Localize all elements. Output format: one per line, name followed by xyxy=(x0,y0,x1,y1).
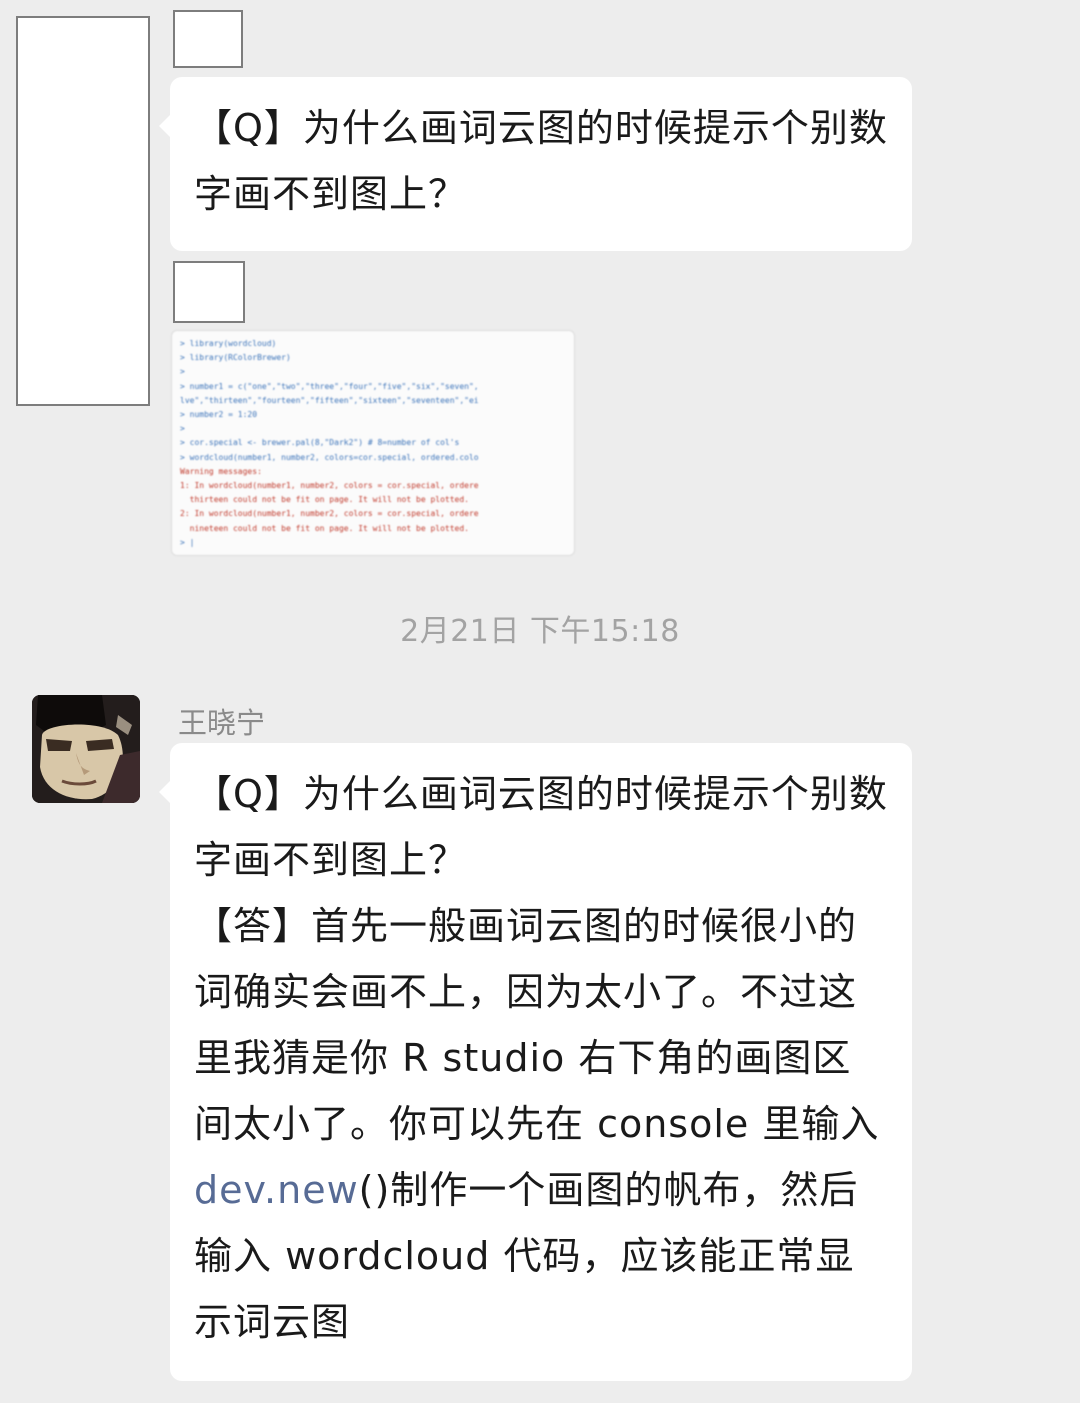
code-line: > library(RColorBrewer) xyxy=(180,353,291,363)
code-line: Warning messages: xyxy=(180,466,262,476)
redacted-panel xyxy=(16,16,150,406)
message-link[interactable]: dev.new xyxy=(194,1168,359,1212)
code-line: lve","thirteen","fourteen","fifteen","si… xyxy=(180,395,479,405)
code-line: > | xyxy=(180,537,195,547)
code-line: 2: In wordcloud(number1, number2, colors… xyxy=(180,509,479,519)
message-text: 【Q】为什么画词云图的时候提示个别数字画不到图上？ xyxy=(194,106,888,216)
message-timestamp: 2月21日 下午15:18 xyxy=(400,614,680,649)
code-line: > number1 = c("one","two","three","four"… xyxy=(180,381,479,391)
code-screenshot-image[interactable]: > library(wordcloud) > library(RColorBrew… xyxy=(171,330,575,556)
avatar-photo-icon xyxy=(32,695,140,803)
code-line: > cor.special <- brewer.pal(8,"Dark2") #… xyxy=(180,438,460,448)
sender-avatar-placeholder[interactable] xyxy=(173,10,243,68)
code-line: thirteen could not be fit on page. It wi… xyxy=(180,495,469,505)
message-bubble[interactable]: 【Q】为什么画词云图的时候提示个别数字画不到图上？ 【答】首先一般画词云图的时候… xyxy=(159,743,912,1381)
code-line: > library(wordcloud) xyxy=(180,339,277,348)
message-text-part: 【Q】为什么画词云图的时候提示个别数字画不到图上？ 【答】首先一般画词云图的时候… xyxy=(194,772,888,1146)
code-line: nineteen could not be fit on page. It wi… xyxy=(180,523,469,533)
sender-avatar-placeholder[interactable] xyxy=(173,261,245,323)
code-line: > number2 = 1:20 xyxy=(180,410,258,420)
code-line: 1: In wordcloud(number1, number2, colors… xyxy=(180,481,479,491)
code-line: > xyxy=(180,367,185,377)
message-bubble[interactable]: 【Q】为什么画词云图的时候提示个别数字画不到图上？ xyxy=(159,77,912,251)
sender-name[interactable]: 王晓宁 xyxy=(178,700,265,742)
code-line: > wordcloud(number1, number2, colors=cor… xyxy=(180,452,479,462)
avatar-photo-icon[interactable] xyxy=(32,695,140,803)
message-text: 【Q】为什么画词云图的时候提示个别数字画不到图上？ 【答】首先一般画词云图的时候… xyxy=(194,761,888,1355)
code-line: > xyxy=(180,424,185,434)
